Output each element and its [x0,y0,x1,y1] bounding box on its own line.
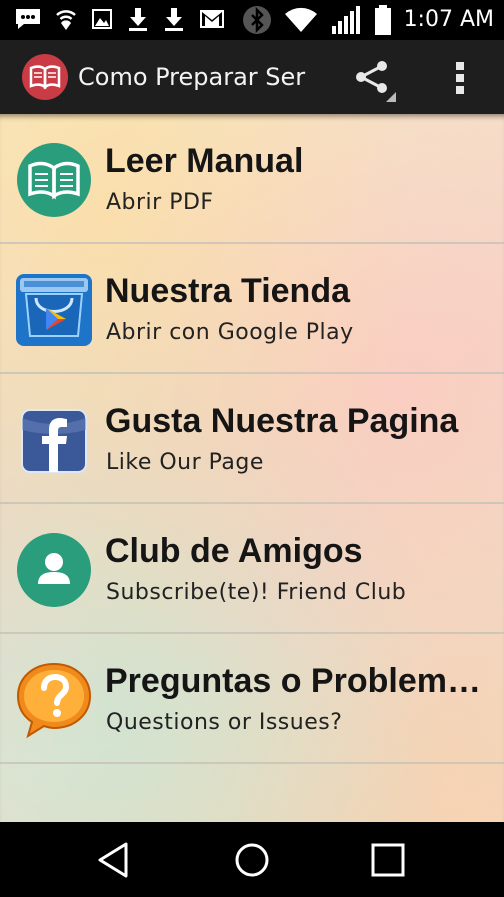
navigation-bar [0,822,504,897]
back-icon [98,842,128,878]
menu-item-leer-manual[interactable]: Leer Manual Abrir PDF [0,114,504,244]
overflow-menu-button[interactable] [446,58,474,98]
share-button[interactable] [348,54,396,102]
image-icon [92,9,112,29]
book-icon [29,65,61,90]
notification-icons [14,6,226,32]
overflow-dot [456,86,464,94]
item-title: Gusta Nuestra Pagina [105,402,459,440]
overflow-dot [456,74,464,82]
item-title: Club de Amigos [105,532,363,570]
app-logo [22,54,68,100]
overflow-menu-icon [456,62,464,70]
wifi-icon [284,7,317,32]
recents-button[interactable] [366,838,410,882]
content-area: Leer Manual Abrir PDF Nuestra Tienda Abr… [0,114,504,822]
gmail-icon [200,10,224,28]
item-title: Nuestra Tienda [105,272,351,310]
item-subtitle: Subscribe(te)! Friend Club [106,580,407,605]
hotspot-icon [56,10,76,30]
system-icons: 1:07 AM [242,4,494,36]
item-subtitle: Questions or Issues? [106,710,343,735]
menu-item-gusta-nuestra-pagina[interactable]: Gusta Nuestra Pagina Like Our Page [0,374,504,504]
download-icon [129,8,147,31]
message-icon [16,9,40,29]
battery-icon [374,5,391,35]
person-icon [17,533,91,607]
app-title: Como Preparar Ser [78,63,306,91]
item-subtitle: Abrir PDF [106,190,214,215]
back-button[interactable] [92,838,136,882]
share-icon [356,61,396,102]
clock: 1:07 AM [403,7,494,32]
item-title: Preguntas o Problem… [105,662,481,700]
facebook-icon [21,409,87,473]
app-bar: Como Preparar Ser [0,40,504,114]
recents-icon [371,843,405,877]
menu-list: Leer Manual Abrir PDF Nuestra Tienda Abr… [0,114,504,764]
menu-item-club-de-amigos[interactable]: Club de Amigos Subscribe(te)! Friend Clu… [0,504,504,634]
home-button[interactable] [230,838,274,882]
download-icon [165,8,183,31]
bluetooth-icon [242,6,271,34]
item-subtitle: Abrir con Google Play [106,320,354,345]
menu-item-nuestra-tienda[interactable]: Nuestra Tienda Abrir con Google Play [0,244,504,374]
status-bar: 1:07 AM [0,0,504,40]
item-subtitle: Like Our Page [106,450,264,475]
home-icon [235,843,269,877]
item-title: Leer Manual [105,142,304,180]
signal-icon [331,6,360,34]
google-play-store-icon [16,274,92,346]
menu-item-preguntas-o-problemas[interactable]: Preguntas o Problem… Questions or Issues… [0,634,504,764]
book-icon [17,143,91,217]
question-bubble-icon [16,662,92,739]
